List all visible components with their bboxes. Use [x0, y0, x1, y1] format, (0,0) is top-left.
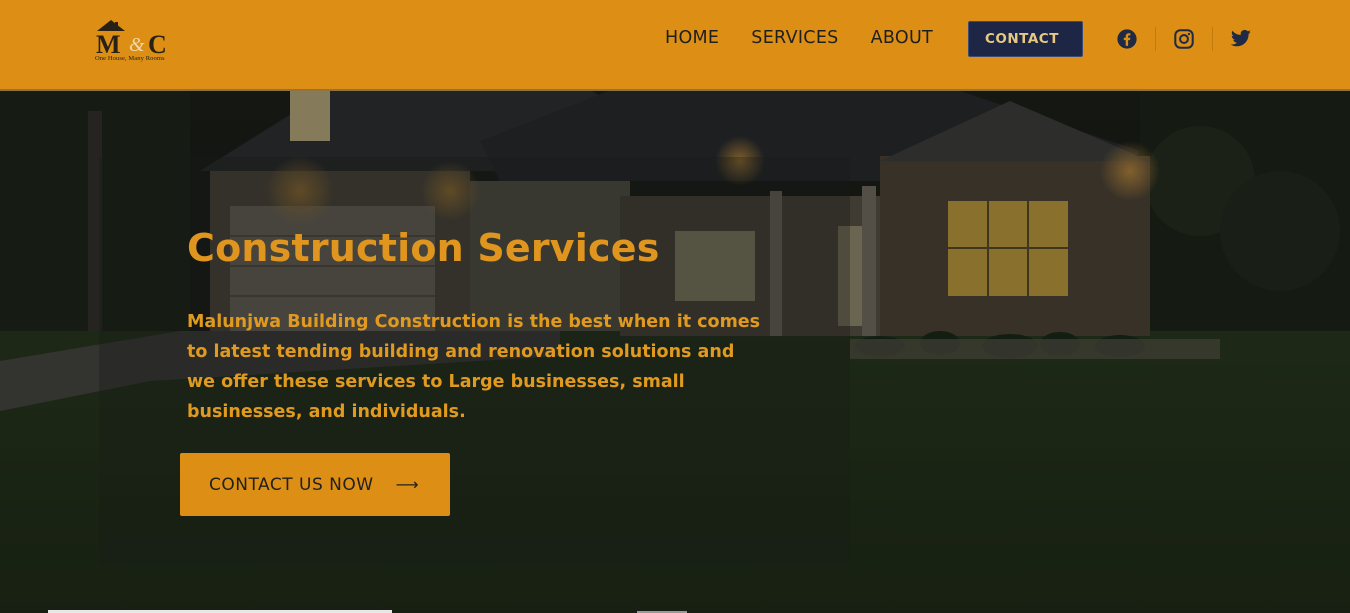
twitter-icon — [1229, 27, 1253, 51]
instagram-icon — [1172, 27, 1196, 51]
brand-logo[interactable]: M & C One House, Many Rooms — [95, 19, 177, 65]
social-divider — [1155, 27, 1156, 51]
nav-services-link[interactable]: SERVICES — [751, 28, 838, 48]
logo-mark-icon: M & C — [96, 20, 167, 55]
hero-title: Construction Services — [187, 226, 660, 270]
twitter-link[interactable] — [1229, 26, 1253, 52]
contact-button[interactable]: CONTACT — [968, 21, 1083, 57]
main-nav: HOME SERVICES ABOUT — [665, 28, 933, 48]
social-divider — [1212, 27, 1213, 51]
svg-text:&: & — [129, 34, 145, 55]
nav-home-link[interactable]: HOME — [665, 28, 719, 48]
arrow-right-icon: ⟶ — [395, 475, 420, 494]
svg-text:C: C — [148, 30, 167, 55]
facebook-link[interactable] — [1115, 26, 1139, 52]
contact-us-now-button[interactable]: CONTACT US NOW ⟶ — [180, 453, 450, 516]
cta-label: CONTACT US NOW — [209, 474, 374, 495]
logo-tagline: One House, Many Rooms — [95, 55, 165, 62]
instagram-link[interactable] — [1172, 26, 1196, 52]
facebook-icon — [1115, 27, 1139, 51]
svg-text:M: M — [96, 30, 121, 55]
hero-description: Malunjwa Building Construction is the be… — [187, 312, 761, 422]
site-header: M & C One House, Many Rooms HOME SERVICE… — [0, 0, 1350, 91]
nav-about-link[interactable]: ABOUT — [871, 28, 933, 48]
